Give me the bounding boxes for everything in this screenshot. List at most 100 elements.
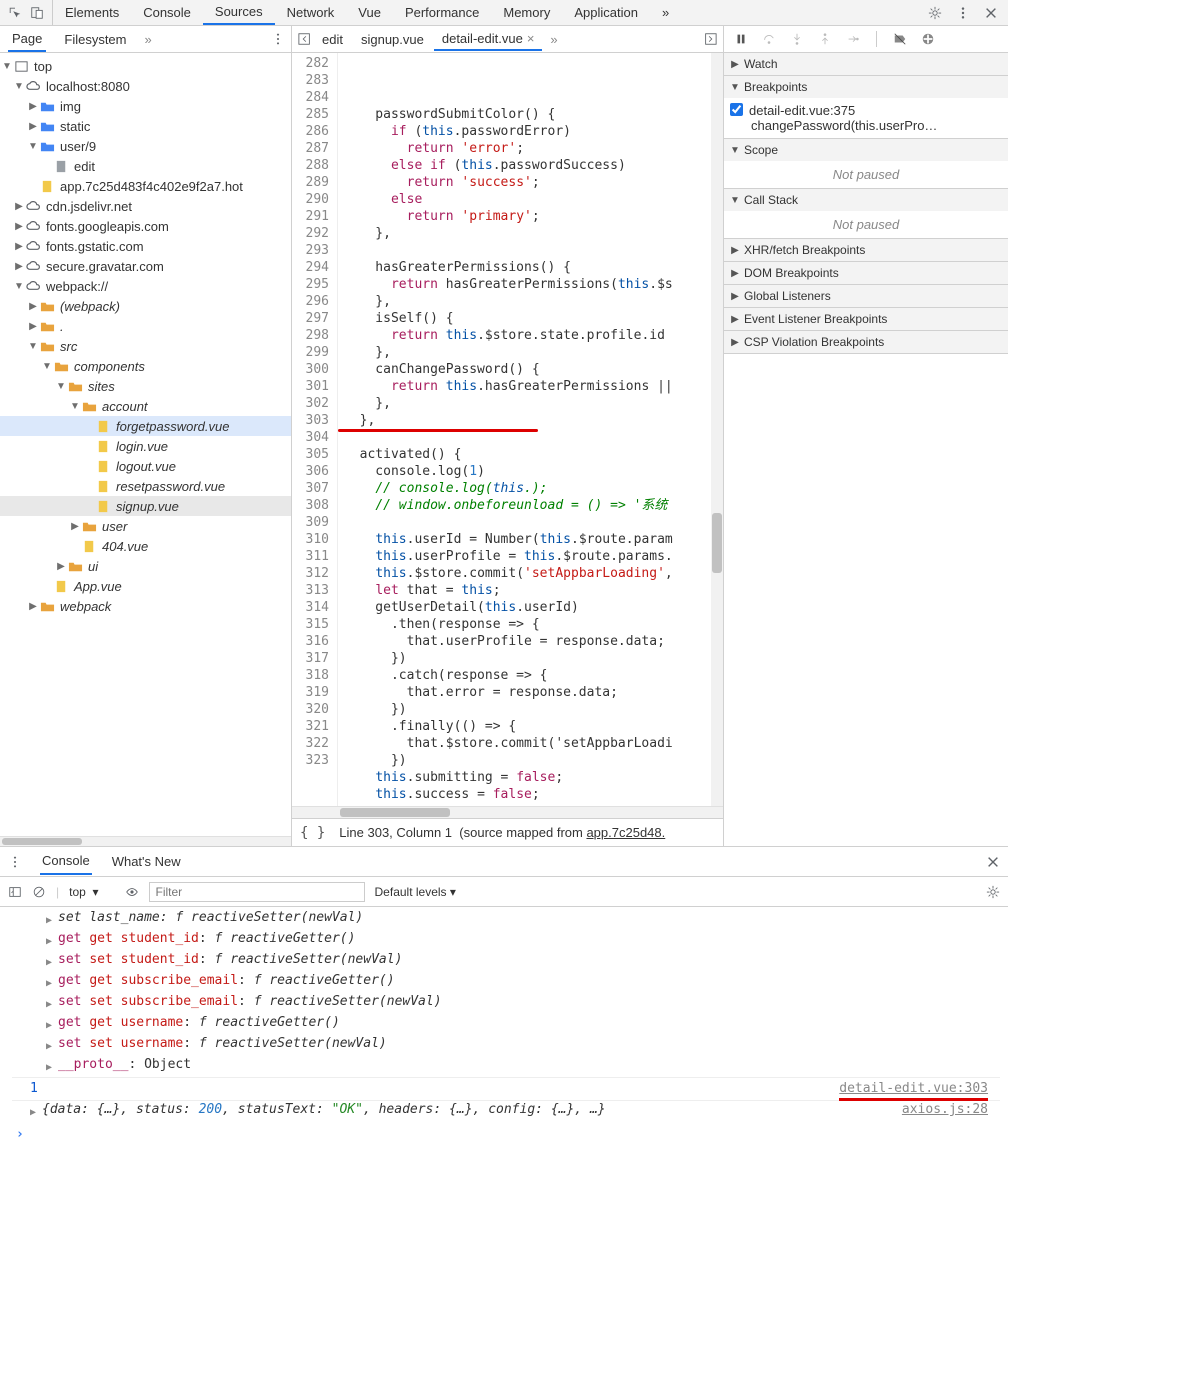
section-breakpoints[interactable]: ▼Breakpoints: [724, 76, 1008, 98]
tree-folder-img[interactable]: ▶img: [0, 96, 291, 116]
close-icon[interactable]: [984, 6, 998, 20]
console-prompt[interactable]: ›: [12, 1122, 1000, 1144]
console-line[interactable]: set set username: f reactiveSetter(newVa…: [58, 1035, 387, 1053]
editor-tab-detail[interactable]: detail-edit.vue×: [434, 28, 543, 51]
section-callstack[interactable]: ▼Call Stack: [724, 189, 1008, 211]
tree-folder-dot[interactable]: ▶.: [0, 316, 291, 336]
console-log-1[interactable]: 1 detail-edit.vue:303: [12, 1077, 1000, 1101]
section-scope[interactable]: ▼Scope: [724, 139, 1008, 161]
tree-file-appjs[interactable]: app.7c25d483f4c402e9f2a7.hot: [0, 176, 291, 196]
tree-folder-account[interactable]: ▼account: [0, 396, 291, 416]
sourcemap-link[interactable]: app.7c25d48.: [586, 825, 665, 840]
kebab-icon[interactable]: [271, 32, 285, 46]
step-icon[interactable]: [846, 32, 860, 46]
tree-file-404[interactable]: 404.vue: [0, 536, 291, 556]
nav-prev-icon[interactable]: [298, 32, 312, 46]
tree-file-logout[interactable]: logout.vue: [0, 456, 291, 476]
inspect-icon[interactable]: [8, 6, 22, 20]
tab-vue[interactable]: Vue: [346, 0, 393, 25]
tree-file-forget[interactable]: forgetpassword.vue: [0, 416, 291, 436]
pause-icon[interactable]: [734, 32, 748, 46]
tree-folder-user[interactable]: ▶user: [0, 516, 291, 536]
step-out-icon[interactable]: [818, 32, 832, 46]
section-global[interactable]: ▶Global Listeners: [724, 285, 1008, 307]
context-selector[interactable]: top ▾: [69, 885, 98, 899]
drawer-tab-console[interactable]: Console: [40, 848, 92, 875]
deactivate-bp-icon[interactable]: [893, 32, 907, 46]
sidebar-tab-page[interactable]: Page: [8, 27, 46, 52]
tree-cdn[interactable]: ▶cdn.jsdelivr.net: [0, 196, 291, 216]
tree-gstatic[interactable]: ▶fonts.gstatic.com: [0, 236, 291, 256]
tree-googleapis[interactable]: ▶fonts.googleapis.com: [0, 216, 291, 236]
step-over-icon[interactable]: [762, 32, 776, 46]
tree-folder-ui[interactable]: ▶ui: [0, 556, 291, 576]
code-content[interactable]: passwordSubmitColor() { if (this.passwor…: [338, 53, 723, 806]
drawer-tab-whatsnew[interactable]: What's New: [110, 849, 183, 874]
more-tabs-icon[interactable]: »: [650, 0, 681, 25]
tree-folder-wp1[interactable]: ▶(webpack): [0, 296, 291, 316]
console-line[interactable]: set last_name: f reactiveSetter(newVal): [58, 909, 363, 927]
editor-tab-edit[interactable]: edit: [314, 29, 351, 50]
console-line[interactable]: set set student_id: f reactiveSetter(new…: [58, 951, 402, 969]
tree-file-appvue[interactable]: App.vue: [0, 576, 291, 596]
gear-icon[interactable]: [986, 885, 1000, 899]
console-filter-input[interactable]: [149, 882, 365, 902]
tab-elements[interactable]: Elements: [53, 0, 131, 25]
breakpoint-item[interactable]: detail-edit.vue:375 changePassword(this.…: [728, 101, 1004, 135]
close-icon[interactable]: [986, 855, 1000, 869]
section-csp[interactable]: ▶CSP Violation Breakpoints: [724, 331, 1008, 353]
tree-folder-sites[interactable]: ▼sites: [0, 376, 291, 396]
more-tabs-icon[interactable]: »: [145, 32, 152, 47]
tab-sources[interactable]: Sources: [203, 0, 275, 25]
tree-file-edit[interactable]: edit: [0, 156, 291, 176]
console-output[interactable]: ▶set last_name: f reactiveSetter(newVal)…: [0, 907, 1008, 1144]
sidebar-hscroll[interactable]: [0, 836, 291, 846]
editor-hscroll[interactable]: [292, 806, 723, 818]
tab-network[interactable]: Network: [275, 0, 347, 25]
tree-file-login[interactable]: login.vue: [0, 436, 291, 456]
editor-tab-signup[interactable]: signup.vue: [353, 29, 432, 50]
tree-folder-static[interactable]: ▶static: [0, 116, 291, 136]
console-object[interactable]: ▶ {data: {…}, status: 200, statusText: "…: [12, 1101, 1000, 1122]
breakpoint-checkbox[interactable]: [730, 103, 743, 116]
section-evt[interactable]: ▶Event Listener Breakpoints: [724, 308, 1008, 330]
more-tabs-icon[interactable]: »: [544, 32, 563, 47]
section-watch[interactable]: ▶Watch: [724, 53, 1008, 75]
console-line[interactable]: __proto__: Object: [58, 1056, 191, 1074]
kebab-icon[interactable]: [8, 855, 22, 869]
tree-gravatar[interactable]: ▶secure.gravatar.com: [0, 256, 291, 276]
tab-application[interactable]: Application: [562, 0, 650, 25]
source-link[interactable]: detail-edit.vue:303: [839, 1080, 988, 1101]
log-level-selector[interactable]: Default levels ▾: [375, 885, 456, 899]
console-line[interactable]: set set subscribe_email: f reactiveSette…: [58, 993, 442, 1011]
tab-memory[interactable]: Memory: [491, 0, 562, 25]
step-into-icon[interactable]: [790, 32, 804, 46]
tree-folder-wpkg[interactable]: ▶webpack: [0, 596, 291, 616]
nav-next-icon[interactable]: [703, 32, 717, 46]
tree-localhost[interactable]: ▼localhost:8080: [0, 76, 291, 96]
console-sidebar-icon[interactable]: [8, 885, 22, 899]
tree-webpack[interactable]: ▼webpack://: [0, 276, 291, 296]
tab-performance[interactable]: Performance: [393, 0, 491, 25]
kebab-icon[interactable]: [956, 6, 970, 20]
tree-top[interactable]: ▼top: [0, 56, 291, 76]
code-editor[interactable]: 2822832842852862872882892902912922932942…: [292, 53, 723, 806]
clear-console-icon[interactable]: [32, 885, 46, 899]
console-line[interactable]: get get username: f reactiveGetter(): [58, 1014, 340, 1032]
eye-icon[interactable]: [125, 885, 139, 899]
sidebar-tab-filesystem[interactable]: Filesystem: [60, 28, 130, 51]
editor-vscroll[interactable]: [711, 53, 723, 806]
console-line[interactable]: get get student_id: f reactiveGetter(): [58, 930, 355, 948]
tree-folder-src[interactable]: ▼src: [0, 336, 291, 356]
section-xhr[interactable]: ▶XHR/fetch Breakpoints: [724, 239, 1008, 261]
console-line[interactable]: get get subscribe_email: f reactiveGette…: [58, 972, 395, 990]
tree-folder-user9[interactable]: ▼user/9: [0, 136, 291, 156]
pretty-print-icon[interactable]: { }: [300, 825, 325, 841]
source-link[interactable]: axios.js:28: [902, 1101, 988, 1119]
tree-folder-components[interactable]: ▼components: [0, 356, 291, 376]
tab-console[interactable]: Console: [131, 0, 203, 25]
close-tab-icon[interactable]: ×: [527, 31, 535, 46]
tree-file-signup[interactable]: signup.vue: [0, 496, 291, 516]
tree-file-reset[interactable]: resetpassword.vue: [0, 476, 291, 496]
gear-icon[interactable]: [928, 6, 942, 20]
